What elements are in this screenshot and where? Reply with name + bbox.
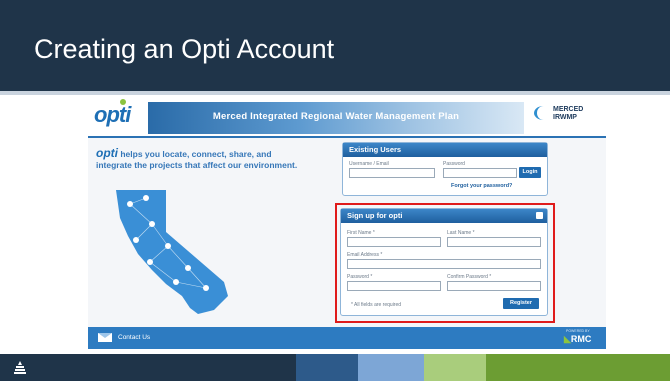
slide-title: Creating an Opti Account — [34, 34, 335, 64]
existing-users-heading: Existing Users — [343, 143, 547, 157]
banner-title: Merced Integrated Regional Water Managem… — [212, 111, 460, 122]
map-marker-icon[interactable] — [173, 279, 179, 285]
login-password-label: Password — [443, 161, 465, 167]
map-marker-icon[interactable] — [149, 221, 155, 227]
rmc-logo[interactable]: ◣RMC — [564, 334, 591, 345]
opti-logo-dot-icon — [120, 99, 126, 105]
merced-logo-line2: IRWMP — [553, 114, 577, 121]
map-marker-icon[interactable] — [143, 195, 149, 201]
site-header: opti Merced Integrated Regional Water Ma… — [88, 96, 606, 136]
website-screenshot: opti Merced Integrated Regional Water Ma… — [88, 96, 606, 349]
merced-swoosh-icon — [534, 106, 553, 120]
opti-logo[interactable]: opti — [94, 102, 131, 128]
footer-segment-light — [358, 354, 424, 381]
footer-segment-green-light — [424, 354, 486, 381]
username-input[interactable] — [349, 168, 435, 178]
login-button[interactable]: Login — [519, 167, 541, 178]
signup-highlight-box — [335, 203, 555, 323]
california-map — [116, 190, 228, 314]
login-password-input[interactable] — [443, 168, 517, 178]
tagline-brand: opti — [96, 146, 118, 160]
forgot-password-link[interactable]: Forgot your password? — [451, 183, 512, 189]
existing-users-panel: Existing Users Username / Email Password… — [342, 142, 548, 196]
footer-segment-mid — [296, 354, 358, 381]
site-footer: Contact Us POWERED BY ◣RMC — [88, 327, 606, 349]
organization-seal-icon — [14, 361, 26, 374]
username-label: Username / Email — [349, 161, 389, 167]
site-tagline: opti helps you locate, connect, share, a… — [96, 146, 306, 171]
map-marker-icon[interactable] — [165, 243, 171, 249]
merced-logo-line1: MERCED — [553, 106, 584, 113]
footer-segment-dark — [0, 354, 296, 381]
map-marker-icon[interactable] — [127, 201, 133, 207]
slide-title-bar: Creating an Opti Account — [0, 0, 670, 91]
rmc-swoosh-icon: ◣ — [564, 334, 571, 344]
title-divider — [0, 91, 670, 95]
tagline-text: helps you locate, connect, share, and in… — [96, 149, 298, 170]
site-banner: Merced Integrated Regional Water Managem… — [148, 102, 524, 134]
rmc-logo-text: RMC — [570, 334, 592, 344]
mail-icon[interactable] — [98, 333, 112, 342]
map-marker-icon[interactable] — [203, 285, 209, 291]
california-shape — [116, 190, 228, 314]
slide-footer-bar — [0, 354, 670, 381]
powered-by-label: POWERED BY — [566, 329, 590, 333]
map-marker-icon[interactable] — [185, 265, 191, 271]
header-rule — [88, 136, 606, 138]
merced-irwmp-logo[interactable]: MERCED IRWMP — [553, 106, 583, 122]
contact-us-link[interactable]: Contact Us — [118, 334, 150, 341]
footer-segment-green — [486, 354, 670, 381]
map-marker-icon[interactable] — [133, 237, 139, 243]
map-marker-icon[interactable] — [147, 259, 153, 265]
